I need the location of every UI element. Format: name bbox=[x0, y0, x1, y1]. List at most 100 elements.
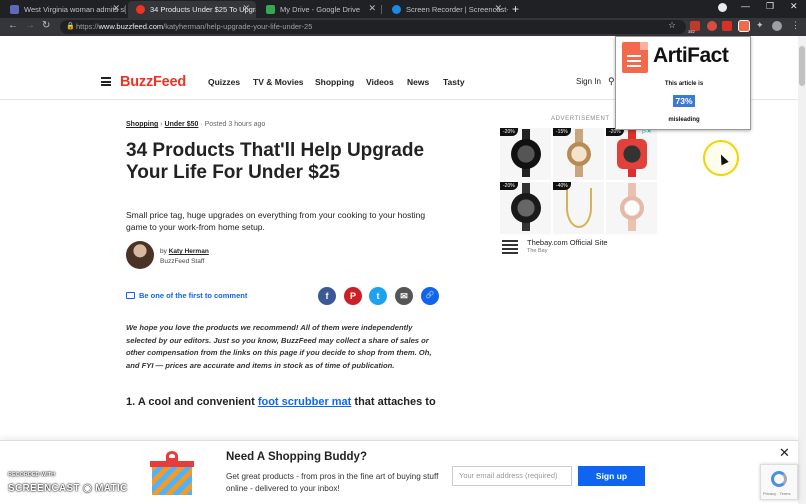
affiliate-disclaimer: We hope you love the products we recomme… bbox=[126, 323, 432, 370]
pinterest-share-icon[interactable]: P bbox=[344, 287, 362, 305]
artifact-brand: ArtiFact bbox=[653, 44, 729, 67]
browser-tab[interactable]: My Drive - Google Drive ✕ bbox=[258, 1, 382, 18]
ad-site-link[interactable]: Thebay.com Official Site bbox=[527, 238, 608, 247]
ad-brand: The Bay bbox=[527, 248, 548, 254]
watch-face bbox=[510, 193, 541, 223]
new-tab-button[interactable]: + bbox=[512, 2, 519, 16]
extension-todoist-icon[interactable] bbox=[707, 21, 717, 31]
list-item-suffix: that attaches to bbox=[351, 396, 436, 408]
url-host: www.buzzfeed.com bbox=[98, 22, 164, 31]
screencast-watermark: RECORDED WITH SCREENCAST ◉ MATIC bbox=[8, 472, 128, 496]
comment-link-label: Be one of the first to comment bbox=[139, 291, 248, 300]
ad-product-tile[interactable]: -20% bbox=[500, 182, 551, 234]
extension-red-icon[interactable] bbox=[722, 21, 732, 31]
breadcrumb-under-50[interactable]: Under $50 bbox=[165, 121, 199, 128]
tab-title: 34 Products Under $25 To Upgra bbox=[150, 5, 256, 14]
scrollbar-thumb[interactable] bbox=[799, 46, 805, 86]
browser-toolbar: ← → ↻ 🔒 https://www.buzzfeed.com/katyher… bbox=[0, 18, 806, 36]
author-name-link[interactable]: Katy Herman bbox=[169, 248, 209, 255]
url-path: /katyherman/help-upgrade-your-life-under… bbox=[163, 22, 313, 31]
browser-tab[interactable]: Screen Recorder | Screencast-O- ✕ bbox=[384, 1, 508, 18]
ad-product-tile[interactable]: -20% bbox=[606, 128, 657, 180]
watch-face bbox=[566, 142, 591, 166]
maximize-button[interactable]: ❐ bbox=[766, 1, 774, 12]
ad-product-grid[interactable]: -20% -15% -20% -20% -40% bbox=[500, 128, 657, 234]
ad-product-tile[interactable]: -20% bbox=[500, 128, 551, 180]
ad-label: ADVERTISEMENT bbox=[551, 116, 610, 122]
tab-title: Screen Recorder | Screencast-O- bbox=[406, 5, 508, 14]
sign-in-link[interactable]: Sign In bbox=[576, 77, 601, 86]
popup-line-2: misleading bbox=[668, 117, 700, 123]
browser-tab[interactable]: West Virginia woman admits she ✕ bbox=[2, 1, 126, 18]
browser-tab-active[interactable]: 34 Products Under $25 To Upgra ✕ bbox=[128, 1, 256, 18]
comment-link[interactable]: Be one of the first to comment bbox=[126, 291, 247, 300]
misleading-percentage: 73% bbox=[673, 95, 695, 107]
tab-separator bbox=[125, 5, 126, 14]
banner-title: Need A Shopping Buddy? bbox=[226, 451, 367, 463]
back-icon[interactable]: ← bbox=[8, 20, 18, 31]
close-window-button[interactable]: ✕ bbox=[790, 1, 798, 12]
close-banner-icon[interactable]: ✕ bbox=[779, 445, 790, 461]
watch-face bbox=[510, 139, 541, 169]
nav-link-tasty[interactable]: Tasty bbox=[443, 77, 465, 87]
profile-avatar-icon[interactable] bbox=[772, 21, 782, 31]
browser-menu-icon[interactable]: ⋮ bbox=[791, 20, 800, 31]
author-role: BuzzFeed Staff bbox=[160, 258, 205, 265]
ad-product-tile[interactable]: -40% bbox=[553, 182, 604, 234]
author-avatar[interactable] bbox=[126, 241, 154, 269]
list-item-heading: 1. A cool and convenient foot scrubber m… bbox=[126, 396, 436, 408]
reload-icon[interactable]: ↻ bbox=[42, 20, 50, 31]
facebook-share-icon[interactable]: f bbox=[318, 287, 336, 305]
breadcrumb-separator: › bbox=[160, 121, 163, 128]
tab-close-icon[interactable]: ✕ bbox=[494, 3, 502, 14]
discount-badge: -20% bbox=[500, 128, 518, 136]
byline-prefix: by bbox=[160, 248, 167, 255]
email-field[interactable]: Your email address (required) bbox=[452, 466, 572, 486]
list-item-prefix: 1. A cool and convenient bbox=[126, 396, 258, 408]
buzzfeed-logo[interactable]: BuzzFeed bbox=[120, 74, 186, 90]
tab-close-icon[interactable]: ✕ bbox=[112, 3, 120, 14]
artifact-extension-popup: ArtiFact This article is 73% misleading bbox=[615, 36, 751, 130]
posted-time: · Posted 3 hours ago bbox=[200, 121, 266, 128]
tab-close-icon[interactable]: ✕ bbox=[368, 3, 376, 14]
ad-product-tile[interactable]: -15% bbox=[553, 128, 604, 180]
extension-artifact-icon[interactable] bbox=[738, 20, 750, 32]
copy-link-share-icon[interactable]: 🔗 bbox=[421, 287, 439, 305]
hamburger-menu-icon[interactable] bbox=[101, 77, 111, 86]
email-share-icon[interactable]: ✉ bbox=[395, 287, 413, 305]
popup-line-1: This article is bbox=[664, 81, 704, 87]
tab-close-icon[interactable]: ✕ bbox=[242, 3, 250, 14]
document-icon bbox=[622, 42, 648, 73]
breadcrumb: Shopping › Under $50 · Posted 3 hours ag… bbox=[126, 121, 265, 128]
twitter-share-icon[interactable]: t bbox=[369, 287, 387, 305]
byline: by Katy Herman BuzzFeed Staff bbox=[160, 247, 209, 267]
discount-badge: -20% bbox=[500, 182, 518, 190]
bookmark-star-icon[interactable]: ☆ bbox=[668, 20, 676, 31]
tab-favicon-icon bbox=[10, 5, 19, 14]
necklace-image bbox=[565, 188, 592, 228]
nav-link-videos[interactable]: Videos bbox=[366, 77, 394, 87]
sign-up-button[interactable]: Sign up bbox=[578, 466, 645, 486]
banner-text: Get great products - from pros in the fi… bbox=[226, 472, 439, 493]
vertical-scrollbar[interactable] bbox=[798, 36, 806, 504]
address-bar[interactable]: 🔒 https://www.buzzfeed.com/katyherman/he… bbox=[60, 20, 686, 34]
discount-badge: -40% bbox=[553, 182, 571, 190]
breadcrumb-shopping[interactable]: Shopping bbox=[126, 121, 158, 128]
profile-icon[interactable] bbox=[718, 3, 727, 12]
nav-link-news[interactable]: News bbox=[407, 77, 429, 87]
nav-link-quizzes[interactable]: Quizzes bbox=[208, 77, 240, 87]
tab-favicon-icon bbox=[392, 5, 401, 14]
nav-link-shopping[interactable]: Shopping bbox=[315, 77, 354, 87]
nav-link-tv-movies[interactable]: TV & Movies bbox=[253, 77, 304, 87]
minimize-button[interactable]: — bbox=[741, 1, 750, 11]
tab-separator bbox=[381, 5, 382, 14]
extensions-puzzle-icon[interactable]: ✦ bbox=[756, 20, 764, 31]
ad-product-tile[interactable] bbox=[606, 182, 657, 234]
recaptcha-badge[interactable]: Privacy - Terms bbox=[760, 464, 798, 500]
page-title: 34 Products That'll Help Upgrade Your Li… bbox=[126, 140, 425, 183]
forward-icon[interactable]: → bbox=[25, 20, 35, 31]
tab-title: My Drive - Google Drive bbox=[280, 5, 361, 14]
product-link[interactable]: foot scrubber mat bbox=[258, 396, 352, 408]
search-icon[interactable]: ⚲ bbox=[608, 76, 615, 87]
discount-badge: -15% bbox=[553, 128, 571, 136]
